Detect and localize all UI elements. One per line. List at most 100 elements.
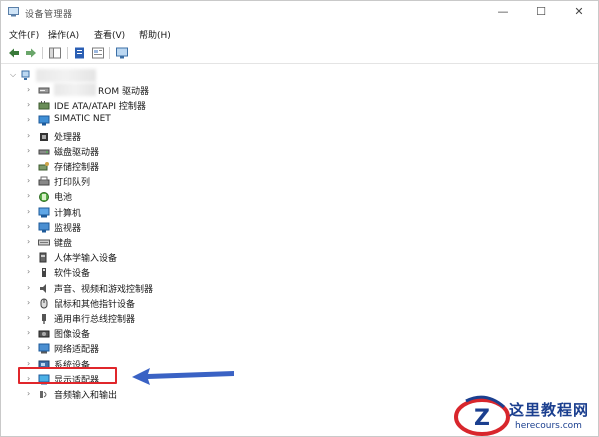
window-title: 设备管理器 — [25, 10, 73, 20]
chevron-right-icon[interactable]: › — [27, 237, 30, 246]
tree-category[interactable]: › 电池 — [2, 189, 597, 204]
chevron-right-icon[interactable]: › — [27, 298, 30, 307]
tree-category[interactable]: › 磁盘驱动器 — [2, 144, 597, 159]
tree-category-label: 处理器 — [54, 133, 82, 143]
tree-category[interactable]: › 网络适配器 — [2, 341, 597, 356]
menu-help[interactable]: 帮助(H) — [139, 28, 171, 41]
chevron-right-icon[interactable]: › — [27, 328, 30, 337]
maximize-button[interactable]: ☐ — [524, 1, 558, 25]
watermark-title: 这里教程网 — [509, 401, 590, 419]
tree-category-label: ROM 驱动器 — [98, 87, 149, 97]
tree-category-label: 打印队列 — [54, 178, 91, 188]
chevron-right-icon[interactable]: › — [27, 283, 30, 292]
title-bar: 设备管理器 — ☐ ✕ — [1, 1, 598, 25]
software-device-icon — [42, 268, 46, 277]
tree-category[interactable]: › 处理器 — [2, 129, 597, 144]
close-icon: ✕ — [574, 5, 584, 18]
help-doc-icon[interactable] — [91, 46, 105, 60]
chevron-right-icon[interactable]: › — [27, 161, 30, 170]
tree-category-label: SIMATIC NET — [54, 114, 111, 124]
menu-action[interactable]: 操作(A) — [48, 28, 79, 41]
pointer-arrow-icon — [132, 368, 234, 385]
chevron-right-icon[interactable]: › — [27, 343, 30, 352]
tree-category[interactable]: › 监视器 — [2, 220, 597, 235]
mouse-icon — [40, 298, 48, 309]
chevron-right-icon[interactable]: › — [27, 252, 30, 261]
menu-view[interactable]: 查看(V) — [94, 28, 125, 41]
monitor-icon — [38, 222, 50, 233]
redacted-drive-name — [54, 83, 96, 96]
tree-category[interactable]: › 键盘 — [2, 235, 597, 250]
tree-category-label: 网络适配器 — [54, 345, 100, 355]
tree-category[interactable]: › 通用串行总线控制器 — [2, 311, 597, 326]
toolbar-separator — [109, 47, 110, 59]
chevron-right-icon[interactable]: › — [27, 100, 30, 109]
tree-category-label: IDE ATA/ATAPI 控制器 — [54, 102, 146, 112]
tree-category-label: 存储控制器 — [54, 163, 100, 173]
scan-hardware-icon[interactable] — [115, 46, 129, 60]
tree-category[interactable]: › 计算机 — [2, 205, 597, 220]
tree-category-label: 磁盘驱动器 — [54, 148, 100, 158]
disk-drive-icon — [38, 149, 50, 155]
close-button[interactable]: ✕ — [562, 1, 596, 25]
processor-icon — [40, 133, 48, 141]
audio-io-icon — [40, 391, 47, 398]
minimize-button[interactable]: — — [486, 1, 520, 25]
keyboard-icon — [38, 239, 50, 246]
sound-icon — [40, 284, 46, 293]
printer-icon — [38, 176, 50, 186]
tree-category-label: 监视器 — [54, 224, 82, 234]
dvd-drive-icon — [38, 87, 50, 94]
chevron-right-icon[interactable]: › — [27, 313, 30, 322]
tree-category[interactable]: › 人体学输入设备 — [2, 250, 597, 265]
chevron-right-icon[interactable]: › — [27, 191, 30, 200]
chevron-right-icon[interactable]: › — [27, 267, 30, 276]
redacted-computer-name — [36, 69, 96, 82]
tree-category-label: 人体学输入设备 — [54, 254, 118, 264]
watermark-url: herecours.com — [515, 421, 582, 431]
chevron-right-icon[interactable]: › — [27, 222, 30, 231]
tree-category[interactable]: › ROM 驱动器 — [2, 83, 597, 98]
minimize-icon: — — [497, 5, 509, 18]
forward-arrow-icon[interactable] — [24, 46, 38, 60]
tree-category[interactable]: › SIMATIC NET — [2, 113, 597, 128]
chevron-right-icon[interactable]: › — [27, 176, 30, 185]
menu-file[interactable]: 文件(F) — [9, 28, 39, 41]
chevron-right-icon[interactable]: › — [27, 146, 30, 155]
ide-controller-icon — [38, 101, 50, 110]
maximize-icon: ☐ — [536, 5, 546, 18]
tree-category[interactable]: › IDE ATA/ATAPI 控制器 — [2, 98, 597, 113]
computer-icon — [38, 207, 50, 218]
tree-category[interactable]: › 图像设备 — [2, 326, 597, 341]
chevron-down-icon[interactable]: ⌵ — [10, 70, 16, 80]
usb-icon — [42, 314, 46, 324]
network-adapter-icon — [38, 343, 50, 354]
hid-icon — [39, 252, 47, 263]
chevron-right-icon[interactable]: › — [27, 207, 30, 216]
toolbar — [1, 43, 598, 64]
tree-category-label: 音频输入和输出 — [54, 391, 118, 401]
chevron-right-icon[interactable]: › — [27, 85, 30, 94]
properties-icon[interactable] — [73, 46, 87, 60]
tree-category[interactable]: › 软件设备 — [2, 265, 597, 280]
chevron-right-icon[interactable]: › — [27, 131, 30, 140]
tree-category-label: 电池 — [54, 193, 73, 203]
tree-category[interactable]: › 声音、视频和游戏控制器 — [2, 281, 597, 296]
tree-category-label: 通用串行总线控制器 — [54, 315, 136, 325]
chevron-right-icon[interactable]: › — [27, 115, 30, 124]
back-arrow-icon[interactable] — [7, 46, 21, 60]
computer-root-icon — [21, 70, 30, 80]
tree-category[interactable]: › 存储控制器 — [2, 159, 597, 174]
tree-category[interactable]: › 鼠标和其他指针设备 — [2, 296, 597, 311]
tree-root[interactable]: ⌵ — [2, 68, 597, 83]
chevron-right-icon[interactable]: › — [27, 389, 30, 398]
storage-controller-icon — [38, 162, 49, 171]
tree-category-label: 鼠标和其他指针设备 — [54, 300, 136, 310]
menu-bar: 文件(F) 操作(A) 查看(V) 帮助(H) — [1, 25, 598, 43]
tree-category-label: 声音、视频和游戏控制器 — [54, 285, 154, 295]
device-manager-app-icon — [8, 7, 19, 17]
show-hide-tree-icon[interactable] — [48, 46, 62, 60]
toolbar-separator — [67, 47, 68, 59]
tree-category-label: 计算机 — [54, 209, 82, 219]
tree-category[interactable]: › 打印队列 — [2, 174, 597, 189]
